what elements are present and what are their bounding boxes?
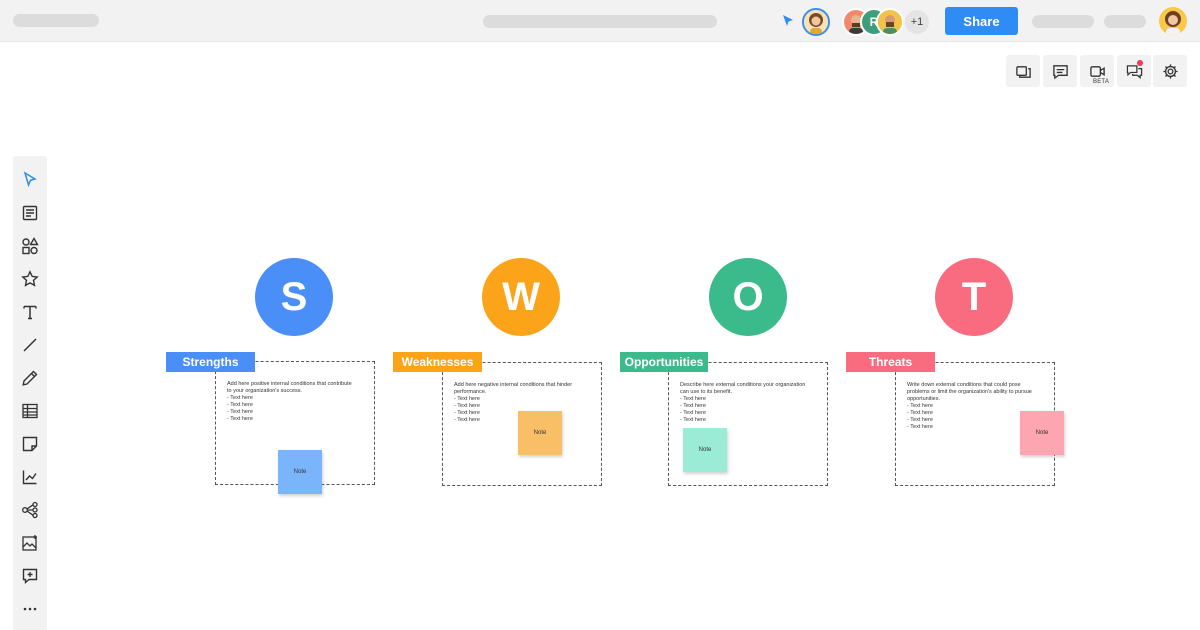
settings-icon (1162, 63, 1178, 79)
text-item: - Text here (227, 416, 253, 422)
shapes-icon (22, 237, 39, 255)
swot-label-strengths[interactable]: Strengths (166, 352, 255, 372)
text-item: - Text here (680, 417, 706, 423)
pen-tool[interactable] (21, 369, 39, 387)
add-frame-tool[interactable] (21, 567, 39, 585)
top-bar: R +1 Share (0, 0, 1200, 42)
more-icon (23, 607, 37, 611)
mindmap-icon (22, 501, 38, 519)
swot-circle-opportunities[interactable]: O (709, 258, 787, 336)
swot-circle-strengths[interactable]: S (255, 258, 333, 336)
swot-description[interactable]: Describe here external conditions your o… (680, 382, 820, 424)
board-name-placeholder[interactable] (483, 15, 717, 28)
text-item: - Text here (227, 402, 253, 408)
star-icon (21, 270, 39, 287)
select-icon (23, 171, 37, 188)
comment-icon (1052, 64, 1068, 79)
swot-label-opportunities[interactable]: Opportunities (620, 352, 708, 372)
toolbar-placeholder[interactable] (1104, 15, 1146, 28)
chart-tool[interactable] (21, 468, 39, 486)
avatar-user-menu[interactable] (1159, 7, 1187, 35)
frames-icon (1015, 65, 1031, 78)
text-item: - Text here (454, 396, 480, 402)
sticky-note-opportunities[interactable]: Note (683, 428, 727, 472)
text-item: - Text here (227, 395, 253, 401)
text-item: - Text here (454, 403, 480, 409)
add-frame-icon (22, 568, 38, 585)
swot-label-weaknesses[interactable]: Weaknesses (393, 352, 482, 372)
swot-circle-threats[interactable]: T (935, 258, 1013, 336)
description-line: Add here positive internal conditions th… (227, 381, 352, 387)
comment-button[interactable] (1043, 55, 1077, 87)
cursor-pointer-icon[interactable] (780, 13, 796, 29)
description-line: problems or limit the organization's abi… (907, 389, 1032, 395)
frames-button[interactable] (1006, 55, 1040, 87)
description-line: Describe here external conditions your o… (680, 382, 806, 388)
stickers-tool[interactable] (21, 270, 39, 288)
select-tool[interactable] (21, 171, 39, 189)
text-item: - Text here (680, 410, 706, 416)
text-tool[interactable] (21, 303, 39, 321)
description-line: performance. (454, 389, 487, 395)
sticky-note-tool[interactable] (21, 435, 39, 453)
text-item: - Text here (680, 403, 706, 409)
share-button[interactable]: Share (945, 7, 1018, 35)
more-collaborators-badge[interactable]: +1 (903, 8, 931, 36)
line-icon (23, 338, 37, 352)
swot-label-threats[interactable]: Threats (846, 352, 935, 372)
sticky-note-strengths[interactable]: Note (278, 450, 322, 494)
description-line: Write down external conditions that coul… (907, 382, 1021, 388)
image-tool[interactable] (21, 534, 39, 552)
text-item: - Text here (907, 403, 933, 409)
mindmap-tool[interactable] (21, 501, 39, 519)
chat-button[interactable] (1117, 55, 1151, 87)
sticky-note-icon (22, 436, 38, 452)
shapes-tool[interactable] (21, 237, 39, 255)
swot-description[interactable]: Add here positive internal conditions th… (227, 381, 367, 423)
description-line: can use to its benefit. (680, 389, 732, 395)
description-line: to your organization's success. (227, 388, 303, 394)
swot-circle-weaknesses[interactable]: W (482, 258, 560, 336)
line-tool[interactable] (21, 336, 39, 354)
settings-button[interactable] (1153, 55, 1187, 87)
pen-icon (22, 370, 38, 386)
table-tool[interactable] (21, 402, 39, 420)
avatar-collaborator[interactable] (876, 8, 904, 36)
image-icon (22, 535, 37, 551)
left-toolbar (13, 156, 47, 630)
text-item: - Text here (680, 396, 706, 402)
avatar-current-user[interactable] (802, 8, 830, 36)
text-item: - Text here (227, 409, 253, 415)
sticky-note-weaknesses[interactable]: Note (518, 411, 562, 455)
notification-dot (1137, 60, 1143, 66)
template-icon (22, 205, 38, 221)
template-tool[interactable] (21, 204, 39, 222)
chart-icon (22, 470, 37, 485)
sticky-note-threats[interactable]: Note (1020, 411, 1064, 455)
text-icon (23, 305, 37, 320)
beta-label: BETA (1093, 79, 1110, 85)
toolbar-placeholder[interactable] (1032, 15, 1094, 28)
board-title-placeholder[interactable] (13, 14, 99, 27)
description-line: Add here negative internal conditions th… (454, 382, 573, 388)
table-icon (22, 403, 38, 419)
description-line: opportunities. (907, 396, 941, 402)
video-icon (1089, 65, 1105, 77)
more-tools[interactable] (21, 600, 39, 618)
